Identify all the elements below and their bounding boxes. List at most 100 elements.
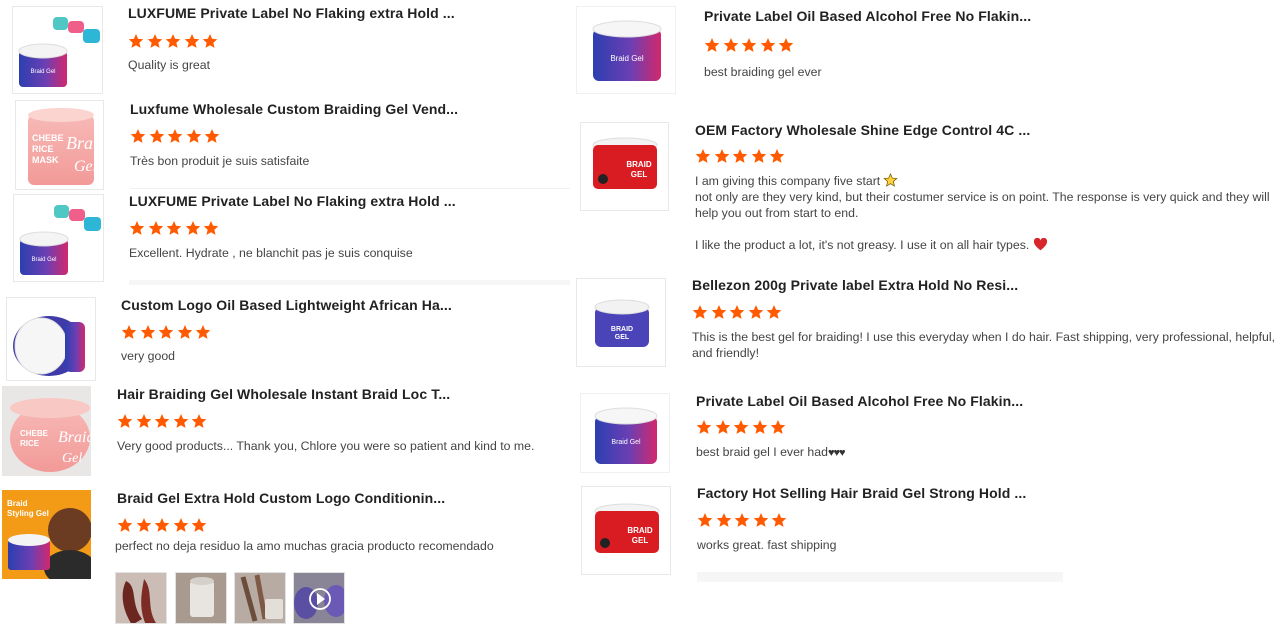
- product-title[interactable]: LUXFUME Private Label No Flaking extra H…: [129, 193, 456, 209]
- review-photo-thumbnail[interactable]: [234, 572, 286, 624]
- review-video-thumbnail[interactable]: [293, 572, 345, 624]
- product-title[interactable]: Hair Braiding Gel Wholesale Instant Brai…: [117, 386, 450, 402]
- svg-text:CHEBE: CHEBE: [32, 133, 64, 143]
- rating-stars: [128, 33, 221, 53]
- product-title[interactable]: Braid Gel Extra Hold Custom Logo Conditi…: [117, 490, 445, 506]
- star-icon: [203, 220, 219, 236]
- svg-text:MASK: MASK: [32, 155, 59, 165]
- review-card: Braid Styling Gel Braid Gel Extra Hold C…: [0, 485, 570, 641]
- blue-braid-gel-jar-icon: Braid Gel: [594, 407, 658, 464]
- product-thumbnail[interactable]: BRAID GEL: [581, 486, 671, 575]
- star-icon: [704, 37, 720, 53]
- review-card: Braid Gel Private Label Oil Based Alcoho…: [576, 0, 1283, 95]
- product-thumbnail[interactable]: Braid Gel: [576, 6, 676, 94]
- svg-text:Braid: Braid: [58, 429, 91, 446]
- svg-text:BRAID: BRAID: [627, 526, 653, 535]
- product-thumbnail[interactable]: Braid Styling Gel: [2, 490, 91, 579]
- product-thumbnail[interactable]: CHEBE RICE MASK Braid Gel: [15, 100, 104, 190]
- svg-text:Braid: Braid: [7, 499, 28, 508]
- product-thumbnail[interactable]: Braid Gel: [13, 194, 104, 282]
- star-icon: [177, 324, 193, 340]
- review-card: BRAID GEL Factory Hot Selling Hair Braid…: [576, 480, 1283, 585]
- star-icon: [147, 33, 163, 49]
- review-photo-thumbnail[interactable]: [115, 572, 167, 624]
- svg-text:Gel: Gel: [74, 158, 98, 175]
- star-icon: [165, 33, 181, 49]
- star-icon: [202, 33, 218, 49]
- product-title[interactable]: Bellezon 200g Private label Extra Hold N…: [692, 277, 1018, 293]
- review-text-line: best braid gel I ever had: [696, 445, 828, 459]
- product-thumbnail[interactable]: Braid Gel: [580, 393, 670, 473]
- star-icon: [121, 324, 137, 340]
- svg-text:Braid Gel: Braid Gel: [31, 257, 56, 263]
- star-icon: [130, 128, 146, 144]
- review-photo-thumbnail[interactable]: [175, 572, 227, 624]
- star-icon: [711, 304, 727, 320]
- svg-text:Styling Gel: Styling Gel: [7, 509, 49, 518]
- star-icon: [204, 128, 220, 144]
- product-title[interactable]: Luxfume Wholesale Custom Braiding Gel Ve…: [130, 101, 458, 117]
- review-text: best braiding gel ever: [704, 65, 822, 79]
- star-icon: [748, 304, 764, 320]
- rating-stars: [704, 37, 797, 57]
- review-text-line: [695, 221, 1281, 237]
- star-icon: [186, 128, 202, 144]
- divider: [697, 572, 1063, 582]
- hair-photo-thumbnail-icon: [116, 573, 166, 623]
- review-text: best braid gel I ever had♥♥♥: [696, 444, 846, 461]
- star-icon: [154, 517, 170, 533]
- svg-text:GEL: GEL: [615, 334, 630, 341]
- review-text: very good: [121, 349, 176, 363]
- product-title[interactable]: LUXFUME Private Label No Flaking extra H…: [128, 5, 455, 21]
- review-text: Quality is great: [128, 58, 211, 72]
- divider: [130, 188, 570, 189]
- rating-stars: [696, 419, 789, 439]
- product-thumbnail[interactable]: BRAID GEL: [576, 278, 666, 367]
- braid-styling-gel-promo-icon: Braid Styling Gel: [2, 490, 91, 579]
- star-icon: [173, 413, 189, 429]
- product-thumbnail[interactable]: CHEBE RICE Braid Gel: [2, 386, 91, 476]
- product-title[interactable]: OEM Factory Wholesale Shine Edge Control…: [695, 122, 1030, 138]
- star-icon: [184, 33, 200, 49]
- star-icon: [136, 517, 152, 533]
- svg-text:GEL: GEL: [631, 170, 648, 179]
- purple-braid-gel-jar-icon: BRAID GEL: [594, 299, 650, 347]
- product-title[interactable]: Private Label Oil Based Alcohol Free No …: [704, 8, 1031, 24]
- rating-stars: [117, 517, 210, 537]
- product-thumbnail[interactable]: Braid Gel: [12, 6, 103, 94]
- star-icon: [752, 419, 768, 435]
- product-title[interactable]: Custom Logo Oil Based Lightweight Africa…: [121, 297, 452, 313]
- review-card: BRAID GEL OEM Factory Wholesale Shine Ed…: [576, 115, 1283, 265]
- star-icon: [729, 304, 745, 320]
- rating-stars: [692, 304, 785, 324]
- star-icon: [716, 512, 732, 528]
- product-thumbnail[interactable]: BRAID GEL: [580, 122, 669, 211]
- product-title[interactable]: Private Label Oil Based Alcohol Free No …: [696, 393, 1023, 409]
- star-icon: [766, 304, 782, 320]
- star-icon: [732, 148, 748, 164]
- braids-photo-thumbnail-icon: [235, 573, 285, 623]
- rating-stars: [130, 128, 223, 148]
- svg-text:BRAID: BRAID: [611, 326, 633, 333]
- star-icon: [136, 413, 152, 429]
- svg-text:Braid: Braid: [66, 133, 104, 153]
- hearts-emoji-icon: ♥♥♥: [827, 447, 846, 459]
- star-icon: [195, 324, 211, 340]
- review-text: Excellent. Hydrate , ne blanchit pas je …: [129, 246, 413, 260]
- star-icon: [167, 128, 183, 144]
- rating-stars: [129, 220, 222, 240]
- rating-stars: [117, 413, 210, 433]
- blue-braid-gel-jar-icon: [13, 316, 85, 376]
- product-title[interactable]: Factory Hot Selling Hair Braid Gel Stron…: [697, 485, 1026, 501]
- review-card: Custom Logo Oil Based Lightweight Africa…: [0, 290, 570, 381]
- divider: [129, 280, 570, 285]
- review-card: CHEBE RICE MASK Braid Gel Luxfume Wholes…: [0, 95, 570, 190]
- star-icon: [149, 128, 165, 144]
- svg-text:RICE: RICE: [20, 439, 40, 448]
- product-thumbnail[interactable]: [6, 297, 96, 381]
- pink-braid-gel-jar-icon: CHEBE RICE MASK Braid Gel: [28, 108, 104, 185]
- red-braid-gel-jar-icon: BRAID GEL: [594, 503, 660, 553]
- star-icon: [154, 413, 170, 429]
- svg-text:Braid Gel: Braid Gel: [30, 69, 55, 75]
- review-text-line: I am giving this company five start: [695, 174, 881, 188]
